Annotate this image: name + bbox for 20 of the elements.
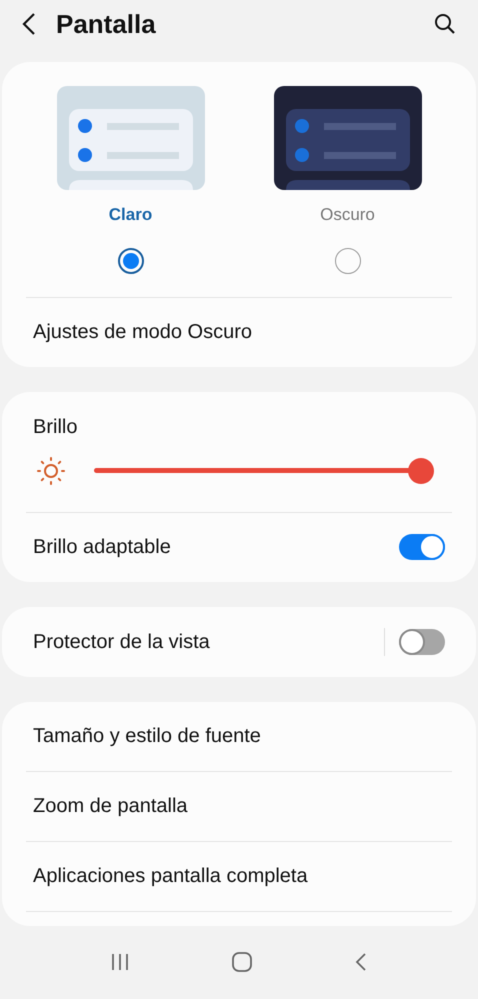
radio-button[interactable] [334,248,360,274]
back-icon[interactable] [22,12,36,36]
page-title: Pantalla [56,8,156,40]
sun-icon [36,456,66,486]
settings-item[interactable]: Ajustes de modo Oscuro [33,317,252,347]
toggle-switch[interactable] [399,534,445,560]
recent-apps-icon[interactable] [110,952,130,972]
radio-button[interactable] [118,248,144,274]
adaptive-brightness-label: Brillo adaptable [33,535,171,560]
brightness-label: Brillo [33,416,78,438]
eye-comfort-label: Protector de la vista [33,630,210,654]
settings-item[interactable]: Aplicaciones pantalla completa [33,861,308,891]
toggle-switch[interactable] [399,628,445,654]
home-icon[interactable] [230,951,253,974]
brightness-slider[interactable] [94,458,434,484]
settings-item[interactable]: Zoom de pantalla [33,791,188,821]
theme-label: Claro [108,204,152,226]
theme-label: Oscuro [320,204,375,226]
search-icon[interactable] [434,13,456,35]
settings-item[interactable]: Tamaño y estilo de fuente [33,721,261,751]
